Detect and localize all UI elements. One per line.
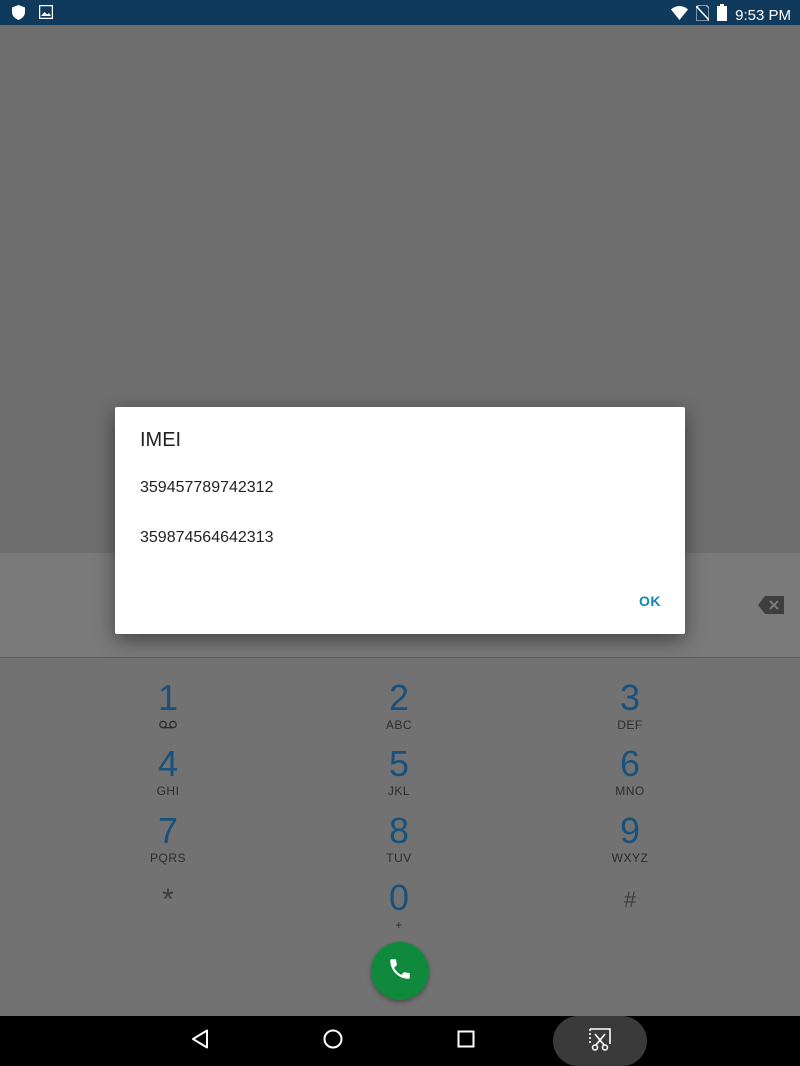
key-letters: MNO [615,784,645,798]
status-time: 9:53 PM [735,6,791,24]
key-7[interactable]: 7 PQRS [108,810,228,866]
key-letters: DEF [617,718,643,732]
key-digit: 6 [619,743,641,784]
key-digit: 3 [619,677,641,718]
no-sim-icon [695,3,710,26]
key-4[interactable]: 4 GHI [108,743,228,799]
phone-icon [387,956,413,987]
dialog-title: IMEI [140,429,182,451]
back-button[interactable] [170,1016,230,1066]
key-1[interactable]: 1 [108,678,228,732]
key-letters: + [395,918,403,932]
home-button[interactable] [303,1016,363,1066]
battery-icon [717,4,728,26]
status-bar: 9:53 PM [0,0,800,25]
key-digit: * [162,883,174,916]
key-digit: 5 [388,743,410,784]
key-digit: 9 [619,810,641,851]
wifi-icon [671,5,689,25]
key-6[interactable]: 6 MNO [570,743,690,799]
shield-icon [12,5,25,25]
key-letters: JKL [387,784,411,798]
imei-value-1: 359457789742312 [140,479,274,496]
key-digit: 4 [157,743,179,784]
key-digit: 2 [388,677,410,718]
image-icon [38,4,54,25]
voicemail-icon [108,718,228,732]
screenshot-icon [587,1026,613,1057]
backspace-icon[interactable] [758,596,784,614]
key-digit: 0 [388,877,410,918]
key-5[interactable]: 5 JKL [339,743,459,799]
screenshot-button[interactable] [553,1016,647,1066]
key-digit: # [623,887,637,912]
recents-button[interactable] [436,1016,496,1066]
key-9[interactable]: 9 WXYZ [570,810,690,866]
key-digit: 8 [388,810,410,851]
key-letters: GHI [156,784,180,798]
key-2[interactable]: 2 ABC [339,677,459,733]
key-digit: 7 [157,810,179,851]
key-letters: PQRS [149,851,186,865]
back-icon [191,1029,209,1054]
key-letters: WXYZ [611,851,649,865]
key-star[interactable]: * [108,880,228,920]
call-button[interactable] [371,942,429,1000]
key-3[interactable]: 3 DEF [570,677,690,733]
key-0[interactable]: 0 + [339,877,459,933]
imei-value-2: 359874564642313 [140,529,274,546]
navigation-bar [0,1016,800,1066]
imei-dialog: IMEI 359457789742312 359874564642313 OK [115,407,685,634]
key-letters: ABC [385,718,413,732]
key-digit: 1 [157,677,179,718]
home-icon [322,1028,344,1055]
key-8[interactable]: 8 TUV [339,810,459,866]
ok-button[interactable]: OK [639,593,661,609]
recents-icon [457,1030,475,1053]
key-pound[interactable]: # [570,880,690,920]
key-letters: TUV [386,851,412,865]
